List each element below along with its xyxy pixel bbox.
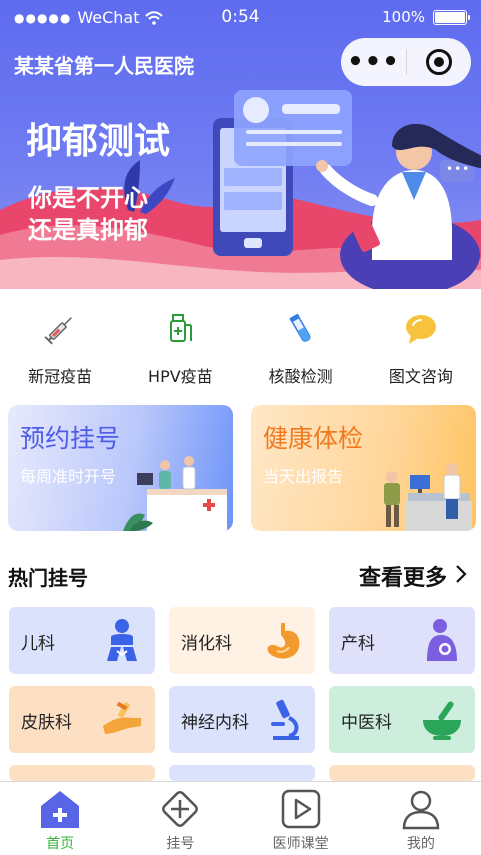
dept-label: 产科: [341, 634, 375, 654]
dept-tcm[interactable]: 中医科: [329, 686, 475, 753]
dept-card-partial[interactable]: [9, 765, 155, 781]
tab-profile[interactable]: 我的: [361, 782, 481, 855]
quick-item-label: HPV疫苗: [148, 367, 213, 386]
appointment-card[interactable]: 预约挂号 每周准时开号: [8, 405, 233, 531]
dept-neurology[interactable]: 神经内科: [169, 686, 315, 753]
dept-label: 皮肤科: [21, 713, 72, 733]
mortar-pestle-icon: [423, 701, 461, 740]
appointment-card-subtitle: 每周准时开号: [20, 467, 117, 486]
quick-item-label: 核酸检测: [268, 367, 333, 386]
banner-title: 抑郁测试: [26, 121, 171, 162]
banner-subtitle-2: 还是真抑郁: [28, 216, 148, 244]
consultation-illustration: [384, 463, 472, 531]
mother-baby-icon: [427, 619, 457, 661]
chat-bubble-icon: [405, 315, 436, 344]
bottom-tab-bar: 首页 挂号 医师课堂 我的: [0, 781, 481, 855]
dept-gastroenterology[interactable]: 消化科: [169, 607, 315, 674]
close-miniprogram-button[interactable]: [407, 49, 471, 75]
quick-item-covid-vaccine[interactable]: 新冠疫苗: [0, 305, 120, 390]
view-more-link[interactable]: 查看更多: [359, 560, 447, 592]
checkup-card-subtitle: 当天出报告: [263, 467, 344, 486]
tab-doctor-class[interactable]: 医师课堂: [241, 782, 361, 855]
battery-percent: 100%: [382, 8, 425, 26]
hand-skin-icon: [103, 701, 141, 734]
banner-subtitle-1: 你是不开心: [28, 184, 148, 212]
banner[interactable]: ●●●●● WeChat 0:54 100% 某某省第一人民医院 ••• 抑郁测…: [0, 0, 481, 289]
chevron-right-icon[interactable]: [451, 564, 471, 584]
tab-register[interactable]: 挂号: [120, 782, 240, 855]
stomach-icon: [267, 623, 300, 659]
miniprogram-capsule: •••: [341, 38, 471, 86]
checkup-card[interactable]: 健康体检 当天出报告: [251, 405, 476, 531]
more-menu-button[interactable]: •••: [341, 49, 406, 75]
tab-label: 挂号: [166, 836, 195, 852]
checkup-card-title: 健康体检: [263, 424, 364, 453]
quick-item-consult[interactable]: 图文咨询: [361, 305, 481, 390]
dept-card-partial[interactable]: [329, 765, 475, 781]
plus-diamond-icon: [162, 791, 199, 827]
test-tube-icon: [289, 313, 311, 342]
dept-label: 儿科: [21, 634, 55, 654]
hot-departments-title: 热门挂号: [8, 566, 88, 590]
quick-item-hpv-vaccine[interactable]: HPV疫苗: [120, 305, 240, 390]
tab-label: 医师课堂: [272, 836, 329, 852]
video-play-icon: [281, 789, 320, 829]
battery-group: 100%: [382, 8, 470, 26]
dept-card-partial[interactable]: [169, 765, 315, 781]
target-icon: [426, 49, 452, 75]
banner-bubble-dots: •••: [446, 162, 471, 176]
tab-label: 首页: [46, 836, 75, 852]
microscope-icon: [271, 699, 299, 740]
vaccine-bottle-icon: [170, 314, 193, 342]
hot-departments-header: 热门挂号 查看更多: [8, 560, 473, 592]
quick-entries: 新冠疫苗 HPV疫苗 核酸检测 图文咨询: [0, 305, 481, 390]
quick-item-nucleic-test[interactable]: 核酸检测: [241, 305, 361, 390]
dept-dermatology[interactable]: 皮肤科: [9, 686, 155, 753]
quick-item-label: 新冠疫苗: [28, 367, 93, 386]
home-icon: [41, 791, 80, 828]
dept-obstetrics[interactable]: 产科: [329, 607, 475, 674]
dept-label: 消化科: [181, 634, 232, 654]
battery-icon: [433, 9, 470, 25]
dept-pediatrics[interactable]: 儿科: [9, 607, 155, 674]
syringe-icon: [44, 317, 72, 345]
page-title: 某某省第一人民医院: [14, 54, 194, 78]
dept-label: 神经内科: [181, 713, 249, 733]
quick-item-label: 图文咨询: [388, 367, 453, 386]
dept-label: 中医科: [341, 713, 392, 733]
user-icon: [402, 790, 440, 830]
tab-label: 我的: [406, 836, 435, 852]
appointment-card-title: 预约挂号: [20, 424, 121, 453]
status-bar: ●●●●● WeChat 0:54 100%: [0, 0, 481, 34]
reception-desk-illustration: [123, 456, 227, 531]
tab-home[interactable]: 首页: [0, 782, 120, 855]
child-icon: [107, 619, 137, 661]
